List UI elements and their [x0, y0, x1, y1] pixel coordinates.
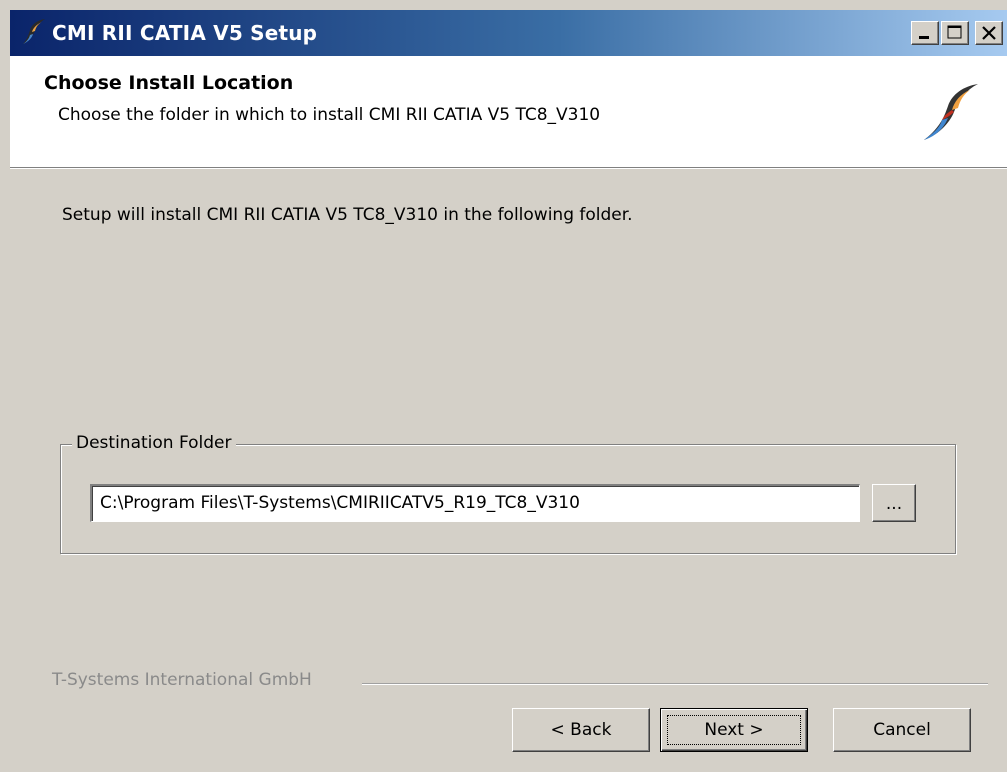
window-title: CMI RII CATIA V5 Setup	[52, 21, 318, 45]
brand-text: T-Systems International GmbH	[52, 670, 312, 690]
close-button[interactable]	[975, 21, 1003, 45]
next-button-label: Next >	[704, 720, 764, 740]
install-description: Setup will install CMI RII CATIA V5 TC8_…	[62, 205, 633, 225]
setup-window: CMI RII CATIA V5 Setup Choose Install Lo…	[0, 0, 1007, 772]
footer-divider-highlight	[362, 684, 988, 685]
maximize-button[interactable]	[941, 21, 969, 45]
page-title: Choose Install Location	[44, 72, 294, 94]
minimize-button[interactable]	[911, 21, 939, 45]
brand-logo-icon	[924, 84, 978, 140]
close-icon	[982, 26, 996, 40]
cancel-button[interactable]: Cancel	[833, 708, 971, 752]
destination-path-input[interactable]: C:\Program Files\T-Systems\CMIRIICATV5_R…	[90, 484, 860, 522]
back-button[interactable]: < Back	[512, 708, 650, 752]
page-subtitle: Choose the folder in which to install CM…	[58, 105, 601, 125]
title-bar[interactable]: CMI RII CATIA V5 Setup	[10, 10, 1007, 56]
maximize-icon	[947, 25, 962, 39]
wizard-header: Choose Install Location Choose the folde…	[10, 56, 1007, 167]
browse-button[interactable]: ...	[872, 484, 916, 522]
app-logo-icon	[23, 19, 45, 44]
minimize-icon	[919, 36, 929, 39]
next-button[interactable]: Next >	[660, 708, 808, 752]
header-divider-highlight	[10, 168, 1007, 169]
destination-folder-label: Destination Folder	[72, 433, 236, 453]
